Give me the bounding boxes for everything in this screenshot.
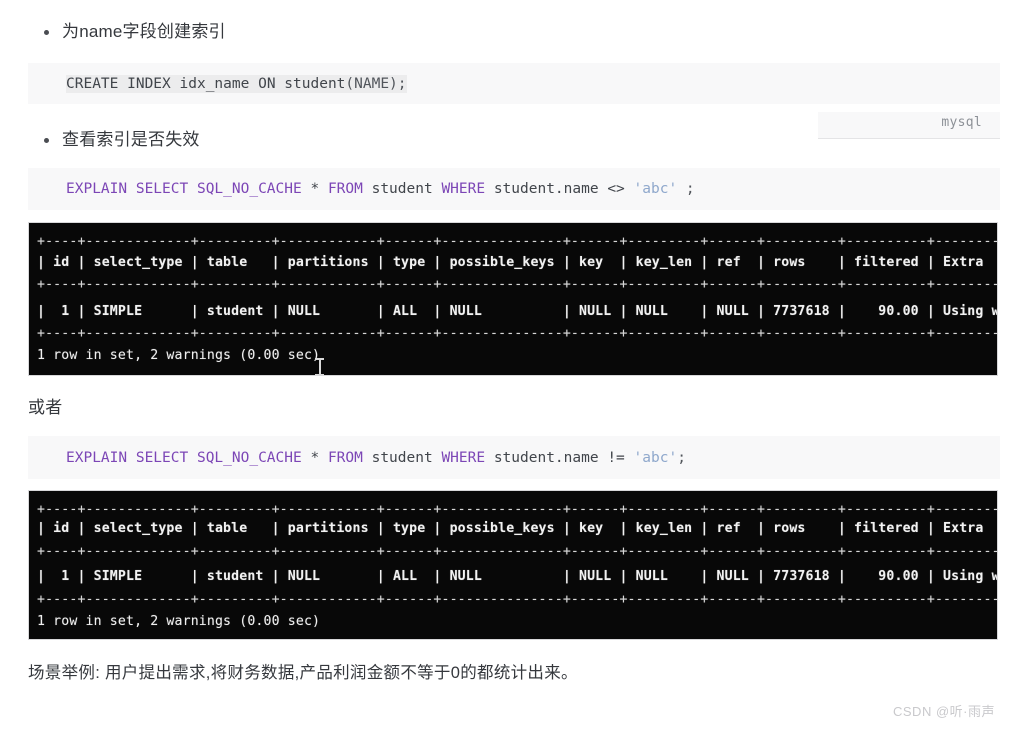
paragraph-alternative: 或者 [28,398,63,417]
bullet-heading-create-index-label: 为name字段创建索引 [62,22,226,41]
code-token-index: INDEX [118,76,171,92]
bullet-heading-create-index: 为name字段创建索引 [44,20,226,45]
terminal-summary-line: 1 row in set, 2 warnings (0.00 sec) [37,614,321,629]
code-block-explain-bang-line: EXPLAIN SELECT SQL_NO_CACHE * FROM stude… [66,448,686,470]
csdn-watermark: CSDN @听·雨声 [893,704,995,719]
code-token-idx-name: idx_name [170,76,250,92]
terminal-header-row: | id | select_type | table | partitions … [37,521,998,536]
paragraph-scenario-example: 场景举例: 用户提出需求,将财务数据,产品利润金额不等于0的都统计出来。 [28,664,578,682]
code-block-explain-angle-line: EXPLAIN SELECT SQL_NO_CACHE * FROM stude… [66,179,695,201]
code-token-operator-bang-equal: != [607,450,625,466]
code-token-star: * [310,181,320,197]
code-token-explain: EXPLAIN [66,450,128,466]
terminal-header-row: | id | select_type | table | partitions … [37,255,998,270]
terminal-separator-middle: +----+-------------+---------+----------… [37,544,998,559]
code-token-student: student [275,76,346,92]
terminal-separator-top: +----+-------------+---------+----------… [37,234,998,249]
code-token-from: FROM [327,181,363,197]
code-token-select: SELECT [135,181,189,197]
bullet-dot-icon [44,137,49,143]
code-token-where: WHERE [441,450,486,466]
code-token-on: ON [249,76,276,92]
code-block-explain-angle[interactable]: EXPLAIN SELECT SQL_NO_CACHE * FROM stude… [28,168,1000,210]
terminal-data-row: | 1 | SIMPLE | student | NULL | ALL | NU… [37,304,998,319]
code-block-explain-bang[interactable]: EXPLAIN SELECT SQL_NO_CACHE * FROM stude… [28,436,1000,479]
bullet-heading-check-index-label: 查看索引是否失效 [62,130,200,149]
code-token-sql-no-cache: SQL_NO_CACHE [196,450,302,466]
code-language-tag-label: mysql [941,115,982,130]
code-token-string-abc: 'abc' [633,450,678,466]
code-token-star: * [310,450,320,466]
code-token-operator-not-equal: <> [607,181,625,197]
code-token-explain: EXPLAIN [66,181,128,197]
terminal-separator-top: +----+-------------+---------+----------… [37,502,998,517]
code-token-from: FROM [327,450,363,466]
code-token-sql-no-cache: SQL_NO_CACHE [196,181,302,197]
code-block-create-index[interactable]: CREATE INDEX idx_name ON student(NAME); [28,63,1000,104]
bullet-heading-check-index: 查看索引是否失效 [44,128,200,153]
terminal-data-row: | 1 | SIMPLE | student | NULL | ALL | NU… [37,569,998,584]
article-page: 为name字段创建索引 CREATE INDEX idx_name ON stu… [0,0,1017,729]
code-token-semicolon: ; [685,181,695,197]
code-language-tag-strip: mysql [818,112,1000,139]
code-token-select: SELECT [135,450,189,466]
code-block-create-index-line: CREATE INDEX idx_name ON student(NAME); [66,74,407,96]
code-token-create: CREATE [66,76,119,92]
bullet-dot-icon [44,29,49,35]
terminal-separator-bottom: +----+-------------+---------+----------… [37,326,998,341]
code-token-string-abc: 'abc' [633,181,678,197]
terminal-separator-middle: +----+-------------+---------+----------… [37,277,998,292]
code-token-table-student: student [371,181,433,197]
code-token-table-student: student [371,450,433,466]
terminal-output-explain-angle: +----+-------------+---------+----------… [28,222,998,376]
code-token-semicolon: ; [677,450,686,466]
terminal-output-explain-bang: +----+-------------+---------+----------… [28,490,998,640]
terminal-summary-line: 1 row in set, 2 warnings (0.00 sec) [37,348,321,363]
terminal-separator-bottom: +----+-------------+---------+----------… [37,592,998,607]
code-token-column-student-name: student.name [493,450,599,466]
code-token-where: WHERE [441,181,486,197]
code-token-name-paren: (NAME); [345,76,407,92]
code-token-column-student-name: student.name [493,181,599,197]
